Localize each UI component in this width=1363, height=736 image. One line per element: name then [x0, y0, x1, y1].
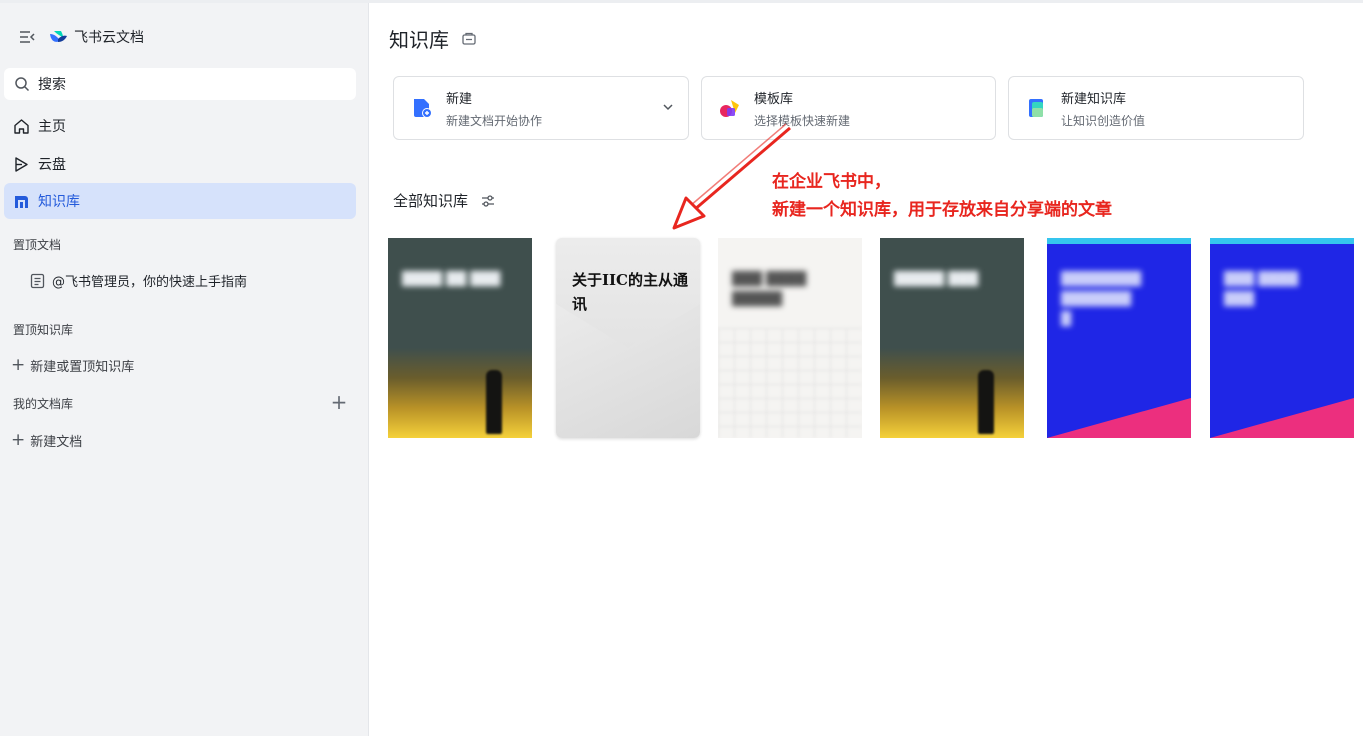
library-cover[interactable]: ████████ ███████ █ [1047, 238, 1191, 438]
add-doc-lib-button[interactable]: + [330, 392, 348, 412]
sidebar-item-home[interactable]: 主页 [4, 108, 356, 144]
card-title: 新建知识库 [1061, 91, 1127, 107]
cover-accent [1047, 398, 1191, 438]
card-subtitle: 让知识创造价值 [1061, 113, 1146, 128]
new-wiki-card[interactable]: 新建知识库 让知识创造价值 [1008, 76, 1304, 140]
blurred-title: ███ ████ ███ [1224, 272, 1299, 307]
blurred-title: ████ ██ ███ [402, 272, 501, 287]
card-title: 新建 [446, 91, 473, 107]
new-doc-icon [414, 99, 432, 118]
document-icon [30, 273, 45, 288]
library-cover[interactable]: ████ ██ ███ [388, 238, 532, 438]
home-icon [14, 118, 29, 134]
pinned-doc-title: @飞书管理员，你的快速上手指南 [52, 275, 248, 290]
annotation-line-1: 在企业飞书中， [772, 172, 891, 192]
collapse-sidebar-icon[interactable] [18, 29, 36, 45]
info-icon[interactable] [461, 31, 477, 47]
card-title: 模板库 [754, 91, 794, 107]
brand: 飞书云文档 [18, 27, 144, 47]
figure-silhouette [978, 370, 994, 434]
new-or-pin-lib-button[interactable]: + 新建或置顶知识库 [11, 355, 135, 376]
sidebar-item-wiki[interactable]: 知识库 [4, 183, 356, 219]
sidebar-item-label: 云盘 [38, 157, 66, 173]
cover-accent [1210, 398, 1354, 438]
card-subtitle: 新建文档开始协作 [446, 113, 543, 128]
search-icon [15, 77, 30, 92]
sidebar-item-label: 知识库 [38, 194, 80, 210]
plus-icon: + [11, 430, 26, 450]
search-label: 搜索 [38, 77, 66, 93]
blurred-title: █████ ███ [894, 272, 979, 287]
library-cover[interactable]: ███ ████ ███ [1210, 238, 1354, 438]
blurred-title: ████████ ███████ █ [1061, 272, 1141, 327]
library-cover[interactable]: ███ ████ █████ [718, 238, 862, 438]
filter-icon[interactable] [480, 193, 496, 209]
pinned-libs-label: 置顶知识库 [13, 323, 74, 337]
library-cover[interactable]: █████ ███ [880, 238, 1024, 438]
annotation-line-2: 新建一个知识库，用于存放来自分享端的文章 [772, 200, 1112, 220]
new-wiki-icon [1029, 99, 1043, 117]
cover-topbar [1210, 238, 1354, 244]
annotation-arrow [672, 123, 791, 230]
new-card[interactable]: 新建 新建文档开始协作 [393, 76, 689, 140]
page-title: 知识库 [389, 24, 477, 53]
grid-pattern [718, 328, 862, 438]
annotation-text: 在企业飞书中， 新建一个知识库，用于存放来自分享端的文章 [772, 168, 1112, 224]
cover-topbar [1047, 238, 1191, 244]
sidebar-item-label: 主页 [38, 119, 66, 135]
new-or-pin-lib-label: 新建或置顶知识库 [30, 360, 135, 375]
all-libs-label: 全部知识库 [393, 192, 469, 210]
new-doc-label: 新建文档 [30, 435, 83, 450]
sidebar: 飞书云文档 搜索 主页 云盘 知识库 置顶文档 @飞书管理员，你的快速上手指南 … [0, 3, 369, 736]
template-icon [720, 100, 739, 117]
pinned-doc-item[interactable]: @飞书管理员，你的快速上手指南 [30, 271, 247, 290]
sidebar-item-cloud-drive[interactable]: 云盘 [4, 146, 356, 182]
wiki-icon [15, 195, 28, 208]
chevron-down-icon[interactable] [662, 101, 674, 113]
pinned-docs-label: 置顶文档 [13, 238, 62, 252]
search-input[interactable]: 搜索 [4, 68, 356, 100]
my-libs-label: 我的文档库 [13, 397, 74, 411]
feishu-logo-icon [50, 31, 67, 42]
cloud-drive-icon [15, 156, 28, 172]
new-doc-button[interactable]: + 新建文档 [11, 430, 83, 451]
library-cover-iic[interactable]: 关于IIC的主从通讯 [556, 238, 700, 438]
plus-icon: + [11, 355, 26, 375]
page-title-text: 知识库 [389, 28, 449, 52]
figure-silhouette [486, 370, 502, 434]
library-title: 关于IIC的主从通讯 [572, 271, 688, 313]
blurred-title: ███ ████ █████ [732, 272, 807, 307]
brand-name: 飞书云文档 [74, 30, 144, 46]
all-libs-header: 全部知识库 [393, 190, 496, 211]
